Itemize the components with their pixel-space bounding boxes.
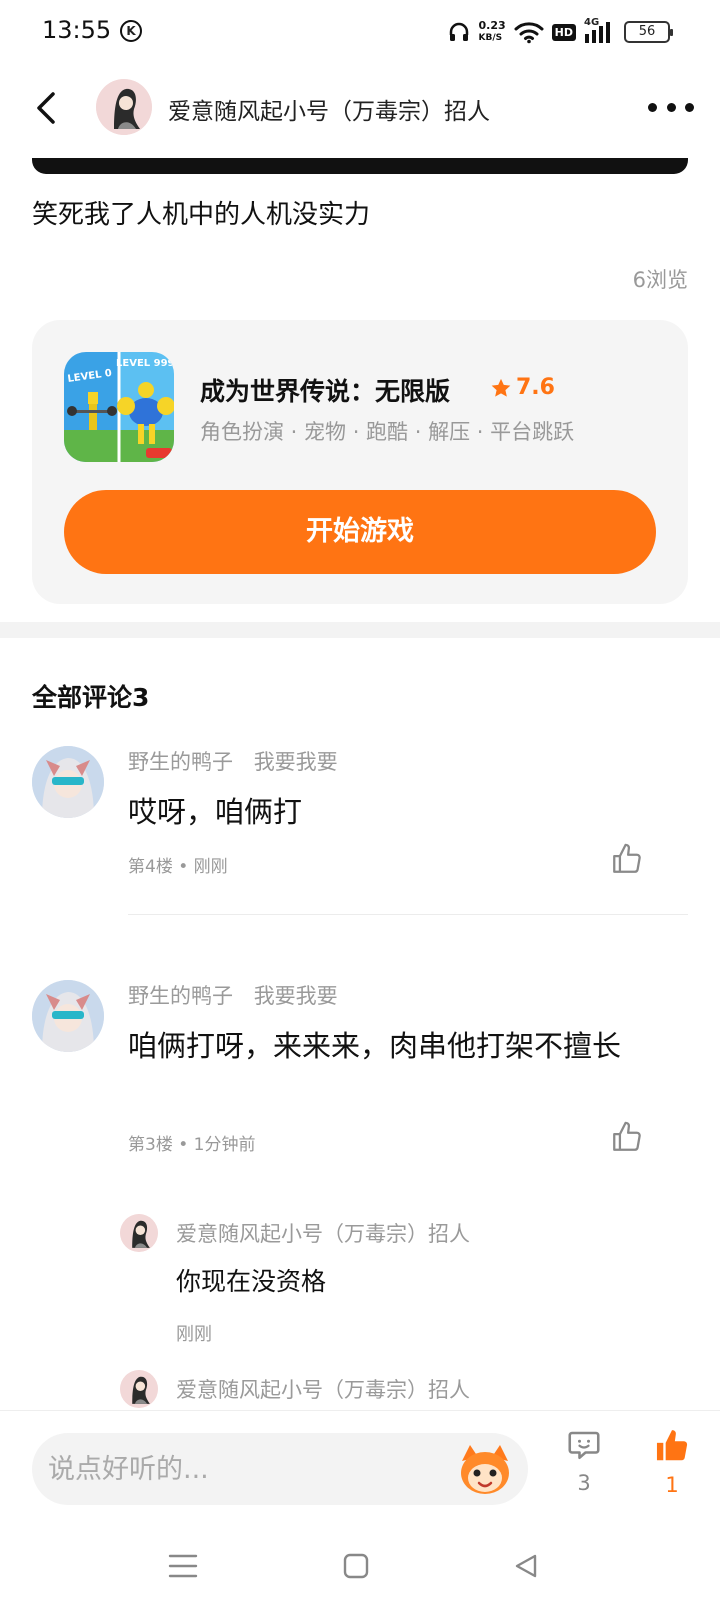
comment-meta: 第4楼 • 刚刚 <box>128 857 228 877</box>
game-icon-label-right: LEVEL 999 <box>116 358 174 369</box>
comment-count: 3 <box>577 1471 591 1495</box>
comment-like-button[interactable] <box>610 842 644 876</box>
back-triangle-icon[interactable] <box>512 1552 540 1580</box>
comment-text: 咱俩打呀，来来来，肉串他打架不擅长 <box>128 1029 622 1063</box>
comment-like-button[interactable] <box>610 1120 644 1154</box>
home-icon[interactable] <box>342 1552 370 1580</box>
author-avatar[interactable] <box>96 79 152 135</box>
status-icons: 0.23 KB/S HD 4G 56 <box>447 17 673 46</box>
view-count: 6浏览 <box>632 268 688 292</box>
comment-input[interactable] <box>48 1433 468 1505</box>
battery-icon: 56 <box>624 21 673 43</box>
commenter-name[interactable]: 野生的鸭子 我要我要 <box>128 746 338 776</box>
commenter-avatar[interactable] <box>32 746 104 818</box>
k-badge-icon: K <box>120 20 142 42</box>
comment-time: 1分钟前 <box>193 1135 256 1155</box>
commenter-tag: 我要我要 <box>253 750 338 774</box>
commenter-name[interactable]: 野生的鸭子 我要我要 <box>128 980 338 1010</box>
game-rating: 7.6 <box>490 375 555 400</box>
thumbs-up-filled-icon <box>656 1430 688 1461</box>
comments-title: 全部评论3 <box>32 683 150 712</box>
net-speed: 0.23 KB/S <box>479 20 506 44</box>
comment-floor: 第3楼 <box>128 1135 173 1155</box>
start-game-button[interactable]: 开始游戏 <box>64 490 656 574</box>
post-media[interactable] <box>32 158 688 174</box>
comment-time: 刚刚 <box>193 857 228 877</box>
reply-user[interactable]: 爱意随风起小号（万毒宗）招人 <box>176 1218 470 1248</box>
reply-avatar[interactable] <box>120 1370 158 1408</box>
signal-icon: 4G <box>584 17 616 44</box>
top-header: 爱意随风起小号（万毒宗）招人 <box>0 70 720 146</box>
header-title[interactable]: 爱意随风起小号（万毒宗）招人 <box>168 92 490 126</box>
comment-divider <box>128 914 688 915</box>
game-tags: 角色扮演 · 宠物 · 跑酷 · 解压 · 平台跳跃 <box>200 420 575 444</box>
reply-avatar[interactable] <box>120 1214 158 1252</box>
game-icon[interactable]: LEVEL 0 LEVEL 999 <box>64 352 174 462</box>
mascot-emoji-icon[interactable] <box>456 1441 514 1497</box>
reply-text: 你现在没资格 <box>176 1267 327 1296</box>
like-count-button[interactable]: 1 <box>642 1427 702 1497</box>
post-text: 笑死我了人机中的人机没实力 <box>32 200 371 230</box>
comment-bubble-icon <box>568 1431 600 1460</box>
game-name[interactable]: 成为世界传说：无限版 <box>200 372 450 408</box>
comment-floor: 第4楼 <box>128 857 173 877</box>
back-button[interactable] <box>28 88 68 128</box>
thumbs-up-icon <box>613 1121 641 1151</box>
reply-time: 刚刚 <box>176 1324 212 1345</box>
comment-meta: 第3楼 • 1分钟前 <box>128 1135 256 1155</box>
status-bar: 13:55 K 0.23 KB/S HD 4G 56 <box>0 0 720 64</box>
rating-value: 7.6 <box>516 375 555 400</box>
more-dot-icon <box>648 102 657 112</box>
comment-count-button[interactable]: 3 <box>554 1427 614 1495</box>
thumbs-up-icon <box>613 843 641 873</box>
comment-text: 哎呀，咱俩打 <box>128 795 303 829</box>
commenter-tag: 我要我要 <box>253 984 338 1008</box>
bottom-bar: 3 1 <box>0 1410 720 1520</box>
more-dot-icon <box>666 102 676 112</box>
wifi-icon <box>514 22 544 44</box>
commenter-avatar[interactable] <box>32 980 104 1052</box>
system-nav-bar <box>0 1520 720 1612</box>
net-speed-unit: KB/S <box>478 33 503 43</box>
star-icon <box>491 378 511 397</box>
headphones-icon <box>449 22 468 41</box>
like-count: 1 <box>665 1473 679 1497</box>
section-divider <box>0 622 720 638</box>
reply-user[interactable]: 爱意随风起小号（万毒宗）招人 <box>176 1374 470 1404</box>
menu-icon[interactable] <box>168 1552 198 1580</box>
more-button[interactable] <box>648 92 694 122</box>
net-speed-value: 0.23 <box>478 19 506 32</box>
status-time: 13:55 <box>42 16 112 44</box>
game-card[interactable]: LEVEL 0 LEVEL 999 成为世界传说：无限版 7.6 角色扮演 · … <box>32 320 688 604</box>
hd-icon: HD <box>551 23 576 41</box>
comment-input-wrap[interactable] <box>32 1433 528 1505</box>
chevron-left-icon <box>37 92 55 124</box>
more-dot-icon <box>685 102 694 112</box>
